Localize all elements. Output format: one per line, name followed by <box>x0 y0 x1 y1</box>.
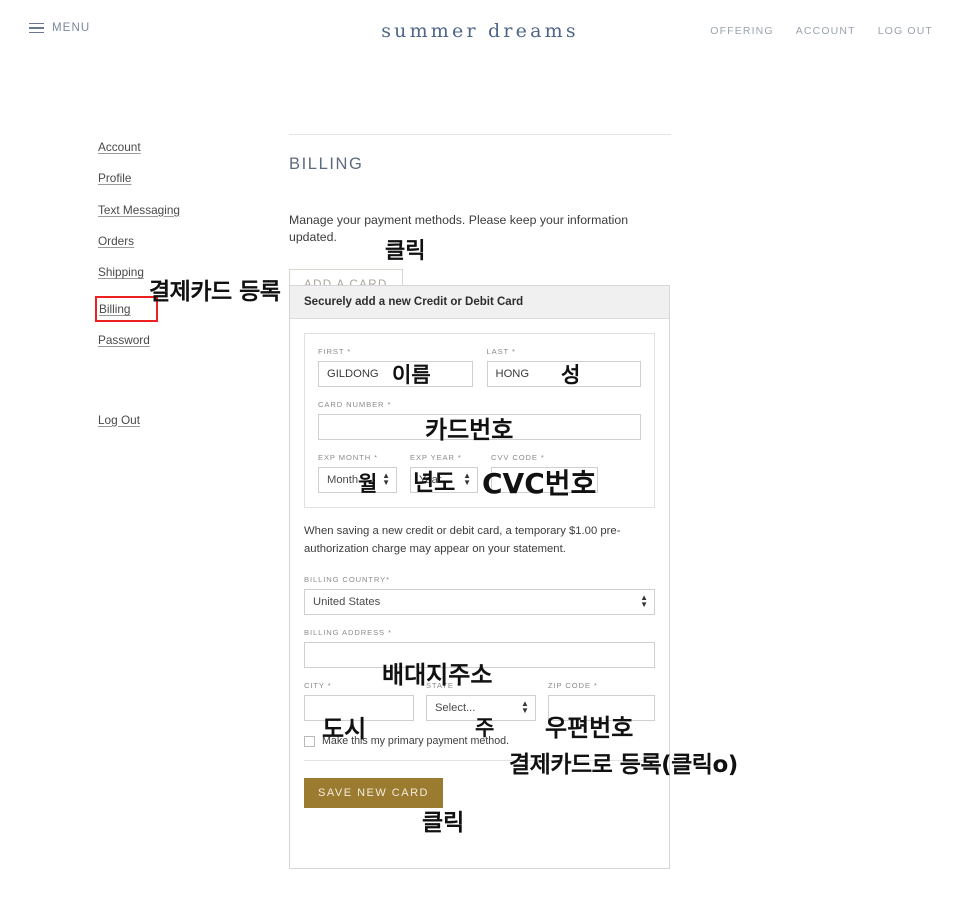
sidebar-item-billing[interactable]: Billing <box>99 302 130 316</box>
header-nav-offering[interactable]: OFFERING <box>710 25 773 37</box>
state-value: Select... <box>434 702 476 714</box>
stepper-arrows-icon: ▲ ▼ <box>640 593 648 609</box>
sidebar-item-profile[interactable]: Profile <box>98 171 131 185</box>
annotation-billing-address: 배대지주소 <box>382 661 493 689</box>
sidebar-item-password[interactable]: Password <box>98 333 150 347</box>
save-new-card-button[interactable]: SAVE NEW CARD <box>304 778 443 808</box>
billing-address-label: BILLING ADDRESS * <box>304 628 392 637</box>
billing-country-value: United States <box>313 596 381 608</box>
page-title: BILLING <box>289 155 364 173</box>
sidebar-item-shipping[interactable]: Shipping <box>98 265 144 279</box>
billing-description: Manage your payment methods. Please keep… <box>289 213 629 245</box>
billing-country-label: BILLING COUNTRY* <box>304 575 390 584</box>
header-nav-logout[interactable]: LOG OUT <box>878 25 933 37</box>
annotation-exp-year: 년도 <box>413 470 456 496</box>
site-header: MENU summer dreams OFFERING ACCOUNT LOG … <box>0 0 960 62</box>
billing-country-select[interactable]: United States ▲ ▼ <box>304 589 655 615</box>
sidebar-item-orders[interactable]: Orders <box>98 234 134 248</box>
annotation-first-name: 이름 <box>392 363 431 387</box>
first-name-label: FIRST * <box>318 347 352 356</box>
exp-month-label: EXP MONTH * <box>318 453 378 462</box>
annotation-zip: 우편번호 <box>545 714 634 742</box>
sidebar-item-text-messaging[interactable]: Text Messaging <box>98 203 180 217</box>
zip-code-label: ZIP CODE * <box>547 681 598 690</box>
preauthorization-notice: When saving a new credit or debit card, … <box>304 525 621 555</box>
annotation-state: 주 <box>475 716 495 740</box>
sidebar-item-log-out[interactable]: Log Out <box>98 413 140 427</box>
billing-country-field-wrap: BILLING COUNTRY* United States ▲ ▼ <box>304 575 655 615</box>
header-nav-account[interactable]: ACCOUNT <box>796 25 856 37</box>
last-name-label: LAST * <box>486 347 516 356</box>
annotation-last-name: 성 <box>561 363 581 387</box>
header-nav: OFFERING ACCOUNT LOG OUT <box>710 25 933 37</box>
annotation-card-number: 카드번호 <box>425 416 514 444</box>
annotation-cvv: CVC번호 <box>482 467 597 500</box>
annotation-city: 도시 <box>322 715 367 743</box>
stepper-arrows-icon: ▲ ▼ <box>521 699 529 715</box>
content-divider <box>289 134 671 135</box>
name-row: FIRST * GILDONG LAST * HONG <box>318 347 641 387</box>
exp-year-label: EXP YEAR * <box>410 453 462 462</box>
annotation-primary-checkbox: 결제카드로 등록(클릭o) <box>509 752 738 778</box>
stepper-arrows-icon: ▲ ▼ <box>382 471 390 487</box>
add-card-modal: Securely add a new Credit or Debit Card … <box>289 285 670 869</box>
annotation-billing-nav: 결제카드 등록 <box>149 279 281 305</box>
primary-payment-checkbox[interactable] <box>304 735 315 747</box>
exp-month-value: Month <box>327 474 359 486</box>
modal-title: Securely add a new Credit or Debit Card <box>304 296 524 308</box>
cvv-label: CVV CODE * <box>491 453 545 462</box>
billing-main: BILLING Manage your payment methods. Ple… <box>289 134 671 302</box>
annotation-save: 클릭 <box>422 810 465 836</box>
annotation-exp-month: 월 <box>358 472 378 496</box>
stepper-arrows-icon: ▲ ▼ <box>463 471 471 487</box>
sidebar-item-account[interactable]: Account <box>98 140 141 154</box>
card-number-label: CARD NUMBER * <box>318 400 392 409</box>
modal-header: Securely add a new Credit or Debit Card <box>290 286 669 319</box>
annotation-add-card: 클릭 <box>385 239 426 264</box>
